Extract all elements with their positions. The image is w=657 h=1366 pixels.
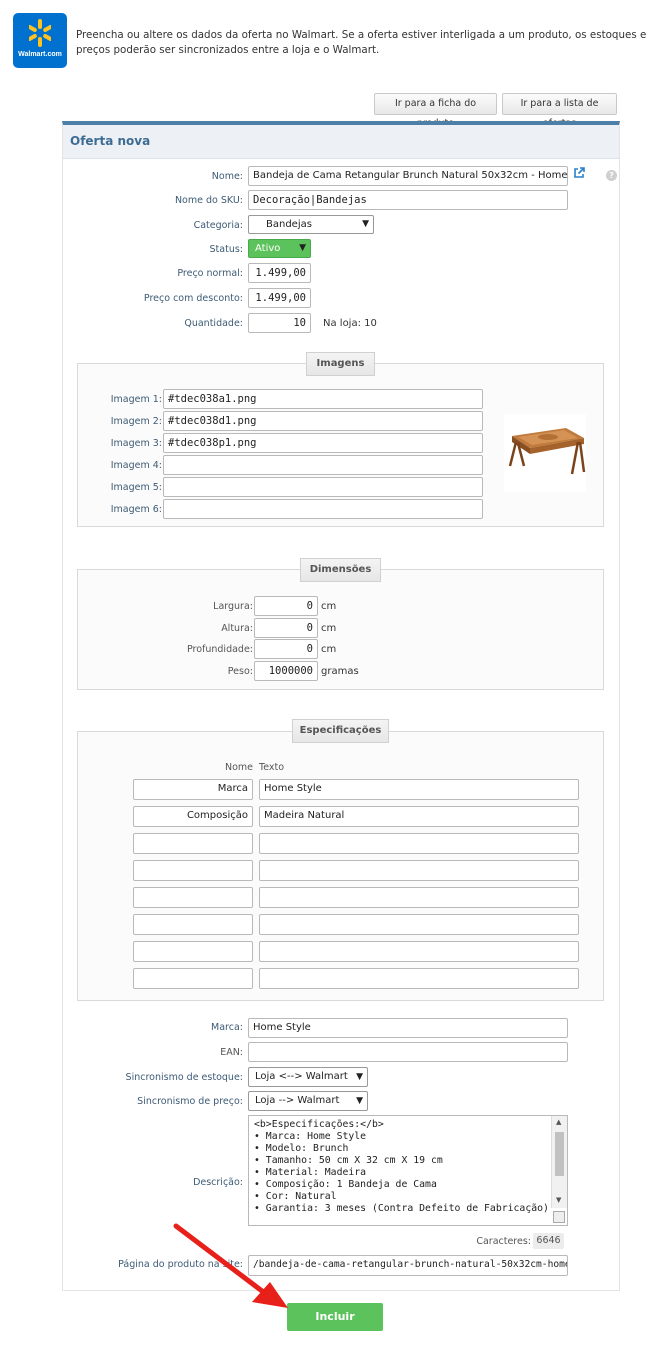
description-textarea[interactable]: <b>Especificações:</b> • Marca: Home Sty… [248,1115,568,1226]
category-select[interactable]: Bandejas ▼ [248,215,374,234]
chevron-down-icon: ▼ [356,1072,363,1082]
price-input[interactable]: 1.499,00 [248,263,311,283]
annotation-arrow-icon [173,1223,288,1308]
dimensions-legend: Dimensões [300,558,381,582]
scroll-up-icon[interactable]: ▲ [556,1118,561,1126]
spec-text-input[interactable] [259,941,579,962]
spec-text-input[interactable]: Home Style [259,779,579,800]
include-button[interactable]: Incluir [287,1303,383,1331]
quantity-input[interactable]: 10 [248,313,311,333]
description-scrollbar[interactable]: ▲ ▼ [551,1116,567,1208]
spec-name-input[interactable] [133,941,253,962]
chars-count: 6646 [533,1233,564,1249]
height-label: Altura: [221,623,253,634]
external-link-icon[interactable] [573,167,585,179]
price-label: Preço normal: [177,268,243,279]
help-icon[interactable]: ? [606,170,617,181]
spec-name-input[interactable] [133,968,253,989]
price-sync-label: Sincronismo de preço: [137,1096,243,1107]
spec-name-input[interactable]: Marca [133,779,253,800]
ean-label: EAN: [220,1047,243,1058]
panel-title: Oferta nova [70,134,151,148]
description-label: Descrição: [193,1177,243,1188]
brand-input[interactable]: Home Style [248,1018,568,1038]
offer-list-button[interactable]: Ir para a lista de ofertas [502,93,617,129]
image-label: Imagem 3: [110,438,162,449]
image-label: Imagem 1: [110,394,162,405]
spec-name-input[interactable]: Composição [133,806,253,827]
sku-input[interactable]: Decoração|Bandejas [248,190,568,210]
category-label: Categoria: [193,220,243,231]
width-unit: cm [321,601,337,612]
spec-name-header: Nome [224,762,253,773]
quantity-label: Quantidade: [184,318,243,329]
spec-text-input[interactable] [259,887,579,908]
product-page-input[interactable]: /bandeja-de-cama-retangular-brunch-natur… [248,1255,568,1276]
image-label: Imagem 2: [110,416,162,427]
walmart-logo: Walmart.com [13,13,67,68]
stock-sync-value: Loja <--> Walmart [255,1071,348,1082]
width-label: Largura: [213,601,253,612]
discount-price-label: Preço com desconto: [143,293,243,304]
scroll-thumb[interactable] [555,1132,564,1176]
name-input[interactable]: Bandeja de Cama Retangular Brunch Natura… [248,166,568,186]
chevron-down-icon: ▼ [362,219,369,229]
image-input-2[interactable]: #tdec038d1.png [163,411,483,431]
image-input-5[interactable] [163,477,483,497]
status-value: Ativo [255,243,281,254]
spec-text-input[interactable] [259,914,579,935]
chevron-down-icon: ▼ [356,1096,363,1106]
depth-input[interactable]: 0 [254,639,318,659]
weight-input[interactable]: 1000000 [254,661,318,681]
width-input[interactable]: 0 [254,596,318,616]
chevron-down-icon: ▼ [299,243,306,253]
spec-name-input[interactable] [133,887,253,908]
depth-unit: cm [321,644,337,655]
spec-text-input[interactable] [259,860,579,881]
weight-unit: gramas [321,666,359,677]
stock-sync-select[interactable]: Loja <--> Walmart ▼ [248,1067,368,1087]
price-sync-value: Loja --> Walmart [255,1095,340,1106]
image-input-3[interactable]: #tdec038p1.png [163,433,483,453]
weight-label: Peso: [227,666,253,677]
spec-text-input[interactable] [259,833,579,854]
spec-text-input[interactable]: Madeira Natural [259,806,579,827]
logo-text: Walmart.com [18,51,62,58]
image-label: Imagem 6: [110,504,162,515]
spec-name-input[interactable] [133,914,253,935]
spec-text-header: Texto [259,762,285,773]
height-unit: cm [321,623,337,634]
specifications-legend: Especificações [292,719,389,743]
ean-input[interactable] [248,1042,568,1062]
intro-text: Preencha ou altere os dados da oferta no… [76,29,647,56]
height-input[interactable]: 0 [254,618,318,638]
spec-name-input[interactable] [133,860,253,881]
product-sheet-button[interactable]: Ir para a ficha do produto [374,93,497,129]
price-sync-select[interactable]: Loja --> Walmart ▼ [248,1091,368,1111]
sku-label: Nome do SKU: [174,195,243,206]
stock-sync-label: Sincronismo de estoque: [125,1072,243,1083]
name-label: Nome: [211,171,243,182]
spec-text-input[interactable] [259,968,579,989]
scroll-down-icon[interactable]: ▼ [556,1196,561,1204]
resize-grip-icon[interactable] [553,1211,565,1223]
image-label: Imagem 5: [110,482,162,493]
description-text: <b>Especificações:</b> • Marca: Home Sty… [254,1119,549,1214]
category-value: Bandejas [266,219,312,230]
image-input-1[interactable]: #tdec038a1.png [163,389,483,409]
spark-icon [29,19,51,47]
status-select[interactable]: Ativo ▼ [248,239,311,258]
depth-label: Profundidade: [186,644,253,655]
product-thumbnail [504,414,586,492]
store-quantity: Na loja: 10 [323,318,377,329]
spec-name-input[interactable] [133,833,253,854]
image-input-4[interactable] [163,455,483,475]
images-legend: Imagens [306,352,375,376]
brand-label: Marca: [211,1022,243,1033]
image-input-6[interactable] [163,499,483,519]
status-label: Status: [209,244,243,255]
chars-label: Caracteres: [476,1236,531,1247]
discount-price-input[interactable]: 1.499,00 [248,288,311,308]
image-label: Imagem 4: [110,460,162,471]
